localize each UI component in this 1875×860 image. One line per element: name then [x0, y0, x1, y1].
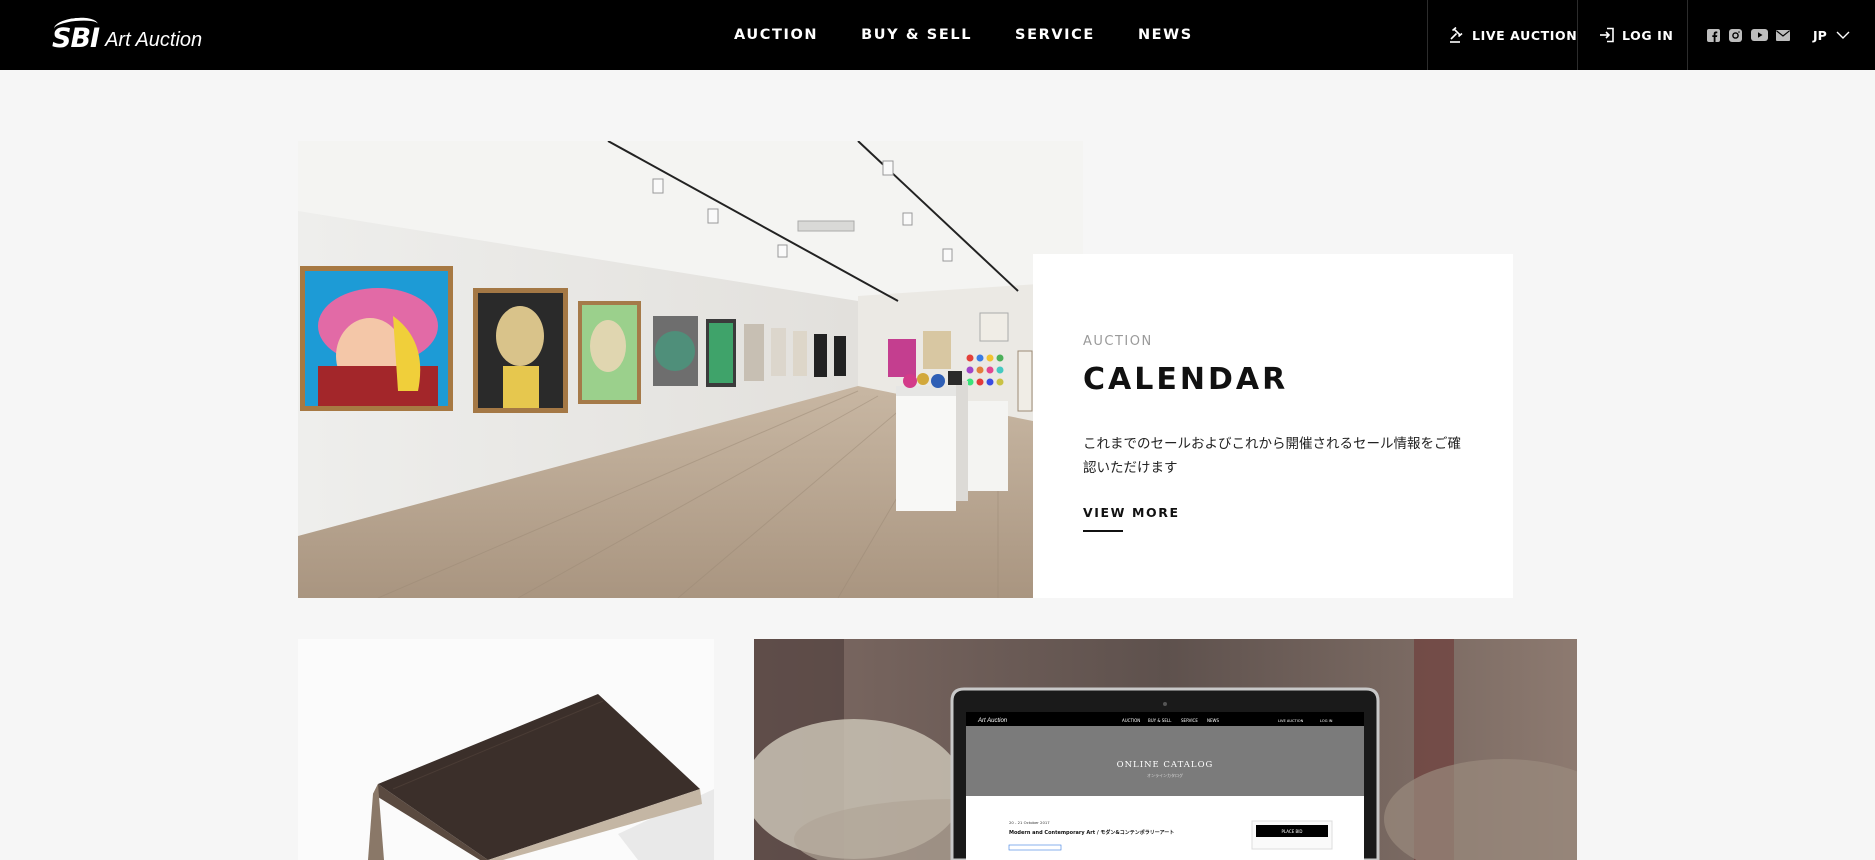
online-catalog-laptop-photo: Art Auction AUCTION BUY & SELL SERVICE N… [754, 639, 1577, 860]
screen-sale-date: 20 - 21 October 2017 [1009, 820, 1050, 825]
youtube-icon[interactable] [1750, 28, 1768, 42]
view-more-link[interactable]: VIEW MORE [1083, 505, 1180, 520]
screen-logo: Art Auction [977, 718, 1008, 724]
link-underline [1083, 530, 1123, 532]
main-nav: AUCTION BUY & SELL SERVICE NEWS [734, 0, 1193, 70]
card-description: これまでのセールおよびこれから開催されるセール情報をご確認いただけます [1083, 436, 1461, 476]
mail-icon[interactable] [1776, 28, 1790, 42]
screen-place-bid: PLACE BID [1282, 829, 1303, 834]
card-title: CALENDAR [1083, 362, 1289, 397]
laptop-illustration: Art Auction AUCTION BUY & SELL SERVICE N… [754, 639, 1577, 860]
header-divider [1577, 0, 1578, 70]
calendar-feature-card: AUCTION CALENDAR これまでのセールおよびこれから開催されるセール… [1033, 254, 1513, 598]
screen-sale-title: Modern and Contemporary Art / モダン&コンテンポラ… [1009, 829, 1174, 836]
screen-catalog-subtitle: オンラインカタログ [1147, 772, 1183, 778]
language-selector[interactable]: JP [1813, 0, 1850, 70]
gallery-photo [298, 141, 1083, 598]
facebook-icon[interactable] [1706, 28, 1720, 42]
chevron-down-icon [1836, 28, 1850, 43]
instagram-icon[interactable] [1728, 28, 1742, 42]
gavel-icon [1449, 27, 1465, 43]
nav-item-service[interactable]: SERVICE [1015, 27, 1095, 43]
nav-item-news[interactable]: NEWS [1138, 27, 1193, 43]
screen-nav-buy-sell: BUY & SELL [1148, 718, 1172, 723]
header-divider [1687, 0, 1688, 70]
live-auction-button[interactable]: LIVE AUCTION [1449, 0, 1577, 70]
login-button[interactable]: LOG IN [1599, 0, 1673, 70]
gallery-illustration [298, 141, 1083, 598]
language-label: JP [1813, 27, 1827, 43]
nav-item-auction[interactable]: AUCTION [734, 27, 818, 43]
site-logo[interactable]: SBI Art Auction [52, 14, 202, 54]
screen-login: LOG IN [1320, 719, 1333, 723]
catalog-book-photo [298, 639, 714, 860]
logo-mark: SBI [52, 23, 100, 54]
login-icon [1599, 27, 1615, 43]
book-illustration [298, 639, 714, 860]
logo-text: Art Auction [105, 29, 203, 51]
screen-nav-auction: AUCTION [1122, 718, 1140, 723]
social-links [1706, 0, 1790, 70]
screen-catalog-title: ONLINE CATALOG [1117, 760, 1214, 770]
site-header: SBI Art Auction AUCTION BUY & SELL SERVI… [0, 0, 1875, 70]
card-kicker: AUCTION [1083, 334, 1153, 349]
nav-item-buy-sell[interactable]: BUY & SELL [861, 27, 972, 43]
login-label: LOG IN [1622, 27, 1674, 43]
live-auction-label: LIVE AUCTION [1472, 27, 1578, 43]
screen-nav-news: NEWS [1207, 718, 1219, 723]
screen-live-auction: LIVE AUCTION [1278, 719, 1304, 723]
screen-nav-service: SERVICE [1181, 718, 1198, 723]
header-divider [1427, 0, 1428, 70]
